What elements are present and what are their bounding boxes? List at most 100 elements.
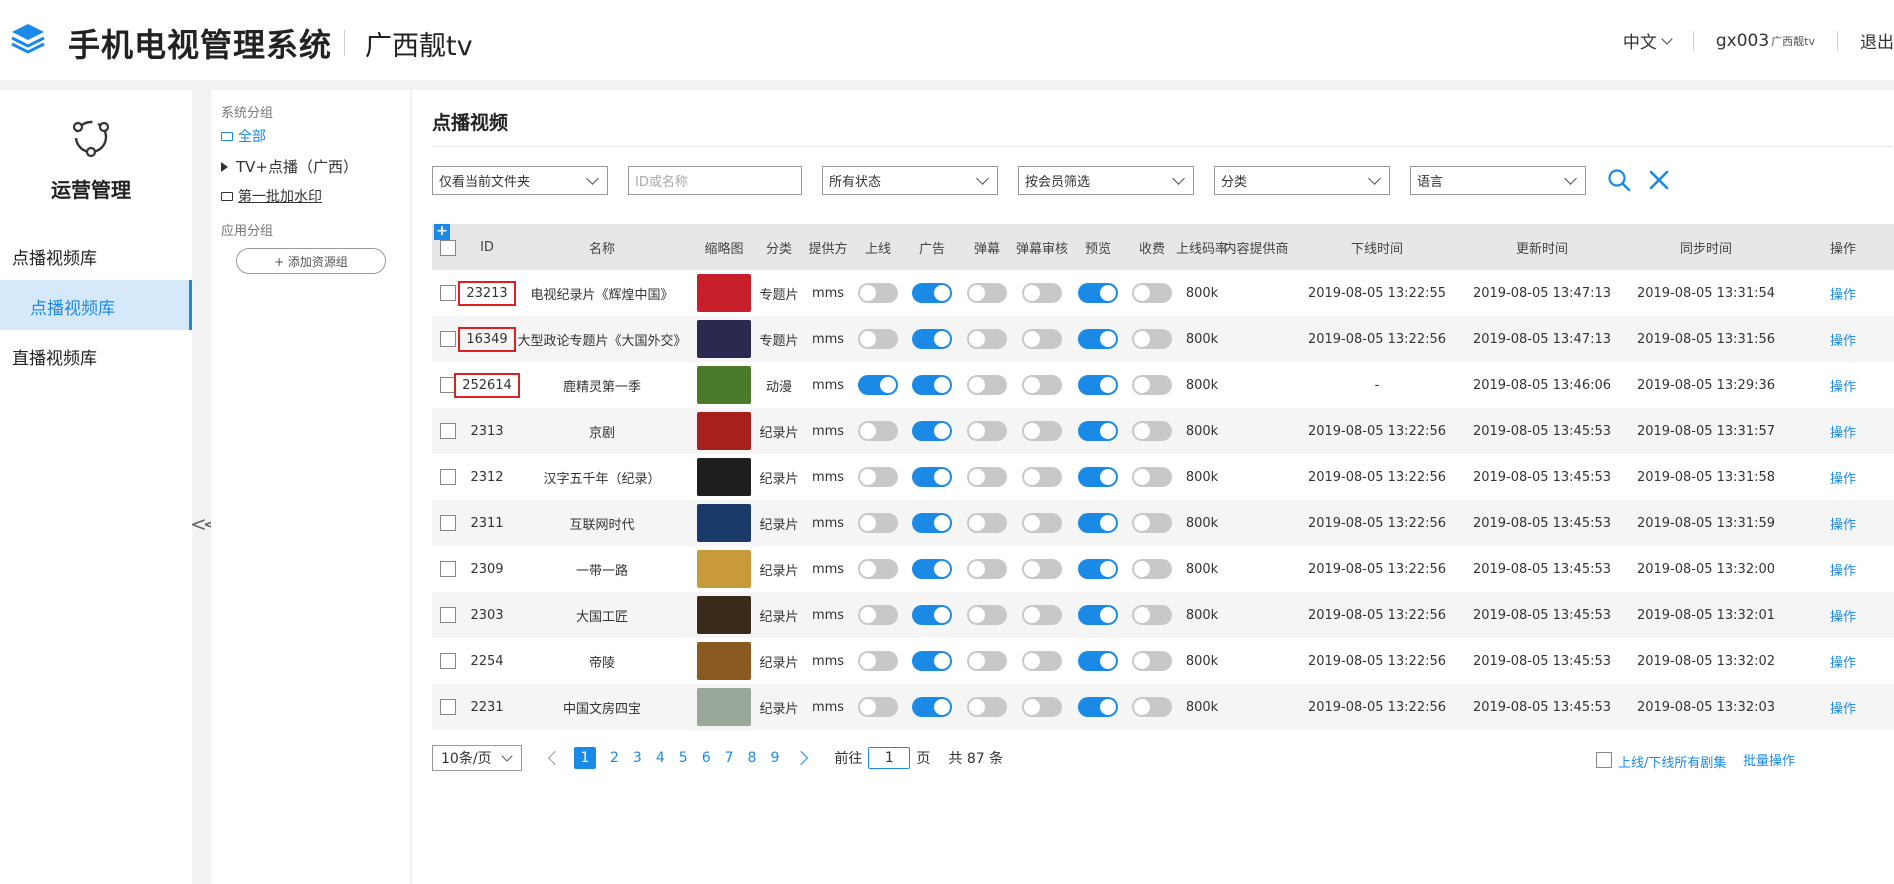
danmu-review-toggle[interactable] <box>1022 513 1062 533</box>
tree-node-watermark[interactable]: 第一批加水印 <box>221 186 322 206</box>
page-number[interactable]: 4 <box>656 750 665 766</box>
row-checkbox[interactable] <box>440 607 456 623</box>
danmu-toggle[interactable] <box>967 283 1007 303</box>
row-checkbox[interactable] <box>440 423 456 439</box>
charge-toggle[interactable] <box>1132 559 1172 579</box>
goto-page-input[interactable]: 1 <box>868 747 911 769</box>
row-checkbox[interactable] <box>440 331 456 347</box>
status-select[interactable]: 所有状态 <box>822 166 998 195</box>
logout-button[interactable]: 退出 <box>1838 28 1894 53</box>
row-op-link[interactable]: 操作 <box>1802 316 1884 362</box>
page-number[interactable]: 3 <box>633 750 642 766</box>
row-op-link[interactable]: 操作 <box>1802 684 1884 730</box>
preview-toggle[interactable] <box>1078 559 1118 579</box>
row-op-link[interactable]: 操作 <box>1802 500 1884 546</box>
preview-toggle[interactable] <box>1078 697 1118 717</box>
online-toggle[interactable] <box>858 513 898 533</box>
ad-toggle[interactable] <box>912 421 952 441</box>
bulk-action-button[interactable]: 批量操作 <box>1743 750 1795 769</box>
danmu-review-toggle[interactable] <box>1022 421 1062 441</box>
online-toggle[interactable] <box>858 559 898 579</box>
charge-toggle[interactable] <box>1132 375 1172 395</box>
nav-item-vod-library[interactable]: 点播视频库 <box>0 280 192 330</box>
ad-toggle[interactable] <box>912 375 952 395</box>
language-selector[interactable]: 中文 <box>1601 28 1693 53</box>
bulk-episodes-checkbox[interactable] <box>1596 752 1612 768</box>
select-all-checkbox[interactable] <box>440 240 456 256</box>
preview-toggle[interactable] <box>1078 421 1118 441</box>
add-resource-group-button[interactable]: + 添加资源组 <box>236 248 386 274</box>
online-toggle[interactable] <box>858 375 898 395</box>
language-select[interactable]: 语言 <box>1410 166 1586 195</box>
search-icon[interactable] <box>1607 168 1631 192</box>
danmu-toggle[interactable] <box>967 513 1007 533</box>
search-input[interactable]: ID或名称 <box>628 166 802 195</box>
ad-toggle[interactable] <box>912 559 952 579</box>
preview-toggle[interactable] <box>1078 467 1118 487</box>
row-checkbox[interactable] <box>440 561 456 577</box>
ad-toggle[interactable] <box>912 467 952 487</box>
charge-toggle[interactable] <box>1132 467 1172 487</box>
page-number[interactable]: 8 <box>748 750 757 766</box>
danmu-toggle[interactable] <box>967 329 1007 349</box>
online-toggle[interactable] <box>858 421 898 441</box>
danmu-review-toggle[interactable] <box>1022 283 1062 303</box>
online-toggle[interactable] <box>858 329 898 349</box>
charge-toggle[interactable] <box>1132 651 1172 671</box>
ad-toggle[interactable] <box>912 329 952 349</box>
danmu-toggle[interactable] <box>967 467 1007 487</box>
page-number[interactable]: 2 <box>610 750 619 766</box>
nav-group-live[interactable]: 直播视频库 <box>12 344 97 369</box>
danmu-toggle[interactable] <box>967 421 1007 441</box>
danmu-review-toggle[interactable] <box>1022 651 1062 671</box>
page-number[interactable]: 6 <box>702 750 711 766</box>
tree-node-tv[interactable]: TV+点播（广西） <box>221 156 358 177</box>
charge-toggle[interactable] <box>1132 421 1172 441</box>
charge-toggle[interactable] <box>1132 513 1172 533</box>
row-op-link[interactable]: 操作 <box>1802 362 1884 408</box>
online-toggle[interactable] <box>858 697 898 717</box>
charge-toggle[interactable] <box>1132 329 1172 349</box>
row-checkbox[interactable] <box>440 285 456 301</box>
prev-page-icon[interactable] <box>547 750 563 766</box>
preview-toggle[interactable] <box>1078 513 1118 533</box>
danmu-toggle[interactable] <box>967 605 1007 625</box>
tree-node-all[interactable]: 全部 <box>221 126 266 146</box>
row-op-link[interactable]: 操作 <box>1802 408 1884 454</box>
danmu-toggle[interactable] <box>967 651 1007 671</box>
bulk-episodes-label[interactable]: 上线/下线所有剧集 <box>1618 752 1726 771</box>
clear-filters-icon[interactable] <box>1647 168 1671 192</box>
add-video-button[interactable]: + <box>434 224 450 240</box>
danmu-review-toggle[interactable] <box>1022 467 1062 487</box>
charge-toggle[interactable] <box>1132 605 1172 625</box>
danmu-review-toggle[interactable] <box>1022 559 1062 579</box>
row-checkbox[interactable] <box>440 699 456 715</box>
nav-group-vod[interactable]: 点播视频库 <box>12 244 97 269</box>
row-op-link[interactable]: 操作 <box>1802 592 1884 638</box>
online-toggle[interactable] <box>858 651 898 671</box>
preview-toggle[interactable] <box>1078 329 1118 349</box>
page-size-select[interactable]: 10条/页 <box>432 745 522 771</box>
page-number[interactable]: 7 <box>725 750 734 766</box>
danmu-toggle[interactable] <box>967 375 1007 395</box>
user-menu[interactable]: gx003 广西靓tv <box>1694 31 1837 51</box>
ad-toggle[interactable] <box>912 605 952 625</box>
row-op-link[interactable]: 操作 <box>1802 638 1884 684</box>
preview-toggle[interactable] <box>1078 605 1118 625</box>
danmu-review-toggle[interactable] <box>1022 375 1062 395</box>
danmu-toggle[interactable] <box>967 697 1007 717</box>
page-number[interactable]: 9 <box>770 750 779 766</box>
danmu-review-toggle[interactable] <box>1022 329 1062 349</box>
ad-toggle[interactable] <box>912 513 952 533</box>
page-number[interactable]: 5 <box>679 750 688 766</box>
row-op-link[interactable]: 操作 <box>1802 270 1884 316</box>
category-select[interactable]: 分类 <box>1214 166 1390 195</box>
online-toggle[interactable] <box>858 605 898 625</box>
next-page-icon[interactable] <box>794 750 809 766</box>
row-checkbox[interactable] <box>440 653 456 669</box>
charge-toggle[interactable] <box>1132 283 1172 303</box>
charge-toggle[interactable] <box>1132 697 1172 717</box>
online-toggle[interactable] <box>858 283 898 303</box>
row-checkbox[interactable] <box>440 469 456 485</box>
preview-toggle[interactable] <box>1078 283 1118 303</box>
